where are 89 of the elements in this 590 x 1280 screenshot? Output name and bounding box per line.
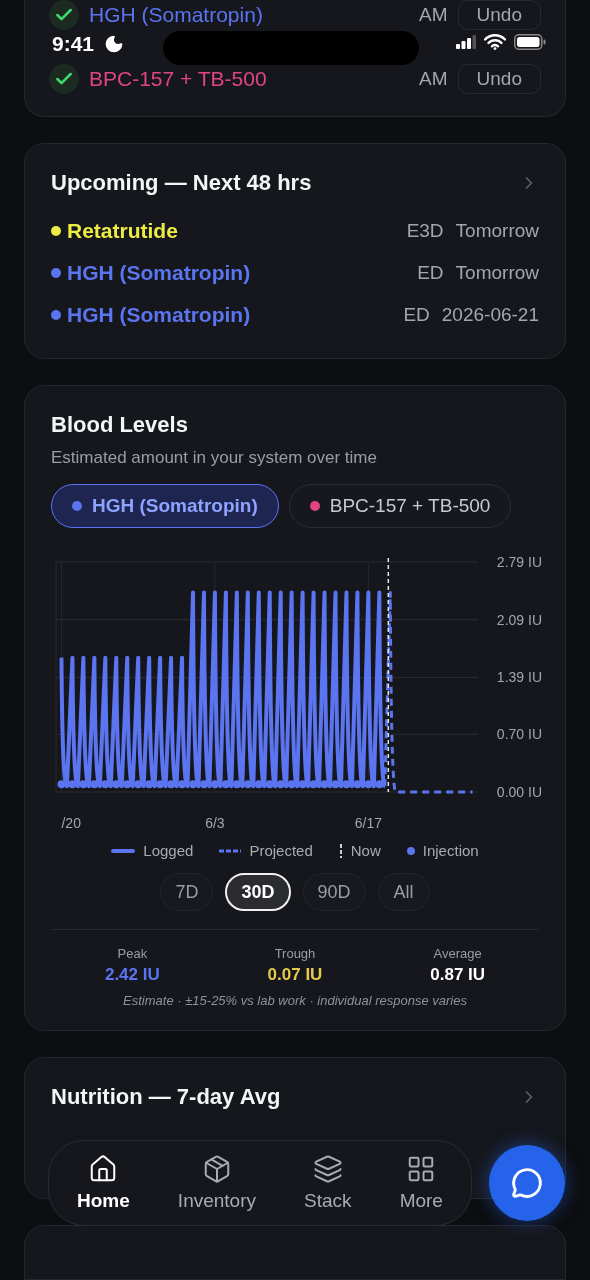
injection-dot [112, 780, 121, 789]
dashed-line-icon [219, 848, 242, 853]
tab-bar-item[interactable]: Inventory [171, 1150, 262, 1216]
injection-dot [298, 780, 307, 789]
range-button[interactable]: 7D [160, 873, 214, 911]
legend-label: Now [350, 842, 381, 859]
injection-dot [145, 780, 154, 789]
injection-dot [320, 780, 329, 789]
injection-dot [243, 780, 252, 789]
compound-name: HGH (Somatropin) [67, 303, 252, 327]
y-axis-label: 0.70 IU [496, 726, 542, 743]
dot-icon [406, 846, 415, 855]
range-button[interactable]: 30D [225, 873, 291, 911]
injection-dot [178, 780, 187, 789]
compound-name: HGH (Somatropin) [67, 261, 252, 285]
range-button[interactable]: All [377, 873, 430, 911]
undo-button[interactable]: Undo [457, 0, 541, 30]
stat-label: Peak [117, 946, 148, 961]
legend-label: Injection [422, 842, 479, 859]
injection-dot [210, 780, 219, 789]
stat-value: 2.42 IU [104, 965, 160, 985]
injection-dot [156, 780, 165, 789]
card-title: Nutrition — 7-day Avg [51, 1084, 281, 1110]
legend-label: Projected [249, 842, 313, 859]
tab-bar-item[interactable]: More [393, 1150, 449, 1216]
dose-date: Tomorrow [455, 220, 539, 242]
dose-frequency: ED [417, 262, 444, 284]
injection-dot [123, 780, 132, 789]
card-title: Blood Levels [51, 412, 188, 437]
injection-dot [57, 780, 66, 789]
chat-bubble-icon [511, 1167, 543, 1199]
card-title: Upcoming — Next 48 hrs [51, 170, 312, 196]
injection-dot [221, 780, 230, 789]
x-axis-label: /20 [61, 815, 81, 831]
legend-label: Logged [143, 842, 194, 859]
y-axis-label: 0.00 IU [496, 784, 542, 800]
stat-value: 0.07 IU [267, 965, 323, 985]
y-axis-label: 1.39 IU [496, 669, 542, 686]
injection-dot [90, 780, 99, 789]
dose-name: BPC-157 + TB-500 [89, 67, 268, 91]
injection-dot [79, 780, 88, 789]
injection-dot [331, 780, 340, 789]
wifi-icon [484, 34, 506, 50]
injection-dot [353, 780, 362, 789]
battery-icon [514, 34, 546, 50]
y-axis-label: 2.09 IU [496, 611, 542, 628]
injection-dot [199, 780, 208, 789]
y-axis-label: 2.79 IU [496, 554, 542, 570]
x-axis-label: 6/17 [354, 815, 382, 831]
injection-dot [189, 780, 197, 789]
dotted-line-icon [338, 843, 343, 858]
dose-frequency: E3D [406, 220, 444, 242]
injection-dot [254, 780, 263, 789]
injection-dot [232, 780, 241, 789]
dose-time: AM [419, 68, 448, 90]
stat-label: Trough [274, 946, 316, 961]
moon-icon [104, 34, 124, 54]
dose-date: 2026-06-21 [441, 304, 539, 326]
card-subtitle: Estimated amount in your system over time [51, 448, 378, 468]
injection-dot [167, 780, 176, 789]
injection-dot [364, 780, 373, 789]
tab-bar-item[interactable]: Home [71, 1150, 136, 1216]
clock-time: 9:41 [52, 32, 95, 56]
x-axis-label: 6/3 [205, 815, 225, 831]
undo-button[interactable]: Undo [457, 64, 541, 94]
injection-dot [101, 780, 110, 789]
injection-dot [276, 780, 285, 789]
injection-dot [265, 780, 274, 789]
injection-dot [342, 780, 351, 789]
injection-dot [287, 780, 296, 789]
dose-frequency: ED [403, 304, 430, 326]
dose-date: Tomorrow [455, 262, 539, 284]
stat-value: 0.87 IU [430, 965, 486, 985]
tab-bar-item[interactable]: Stack [298, 1150, 358, 1216]
compound-chip[interactable]: BPC-157 + TB-500 [288, 484, 512, 528]
layers-icon [312, 1154, 343, 1184]
compound-name: Retatrutide [67, 219, 179, 243]
injection-dot [134, 780, 143, 789]
check-icon [49, 64, 79, 94]
injection-dot [309, 780, 318, 789]
dose-time: AM [419, 4, 448, 26]
dose-name: HGH (Somatropin) [89, 3, 264, 27]
injection-dot [375, 780, 384, 789]
disclaimer-text: Estimate · ±15-25% vs lab work · individual response varies [122, 993, 468, 1008]
injection-dot [68, 780, 77, 789]
compound-chip[interactable]: HGH (Somatropin) [51, 484, 279, 528]
stat-label: Average [433, 946, 482, 961]
signal-icon [456, 35, 476, 49]
range-button[interactable]: 90D [302, 873, 366, 911]
